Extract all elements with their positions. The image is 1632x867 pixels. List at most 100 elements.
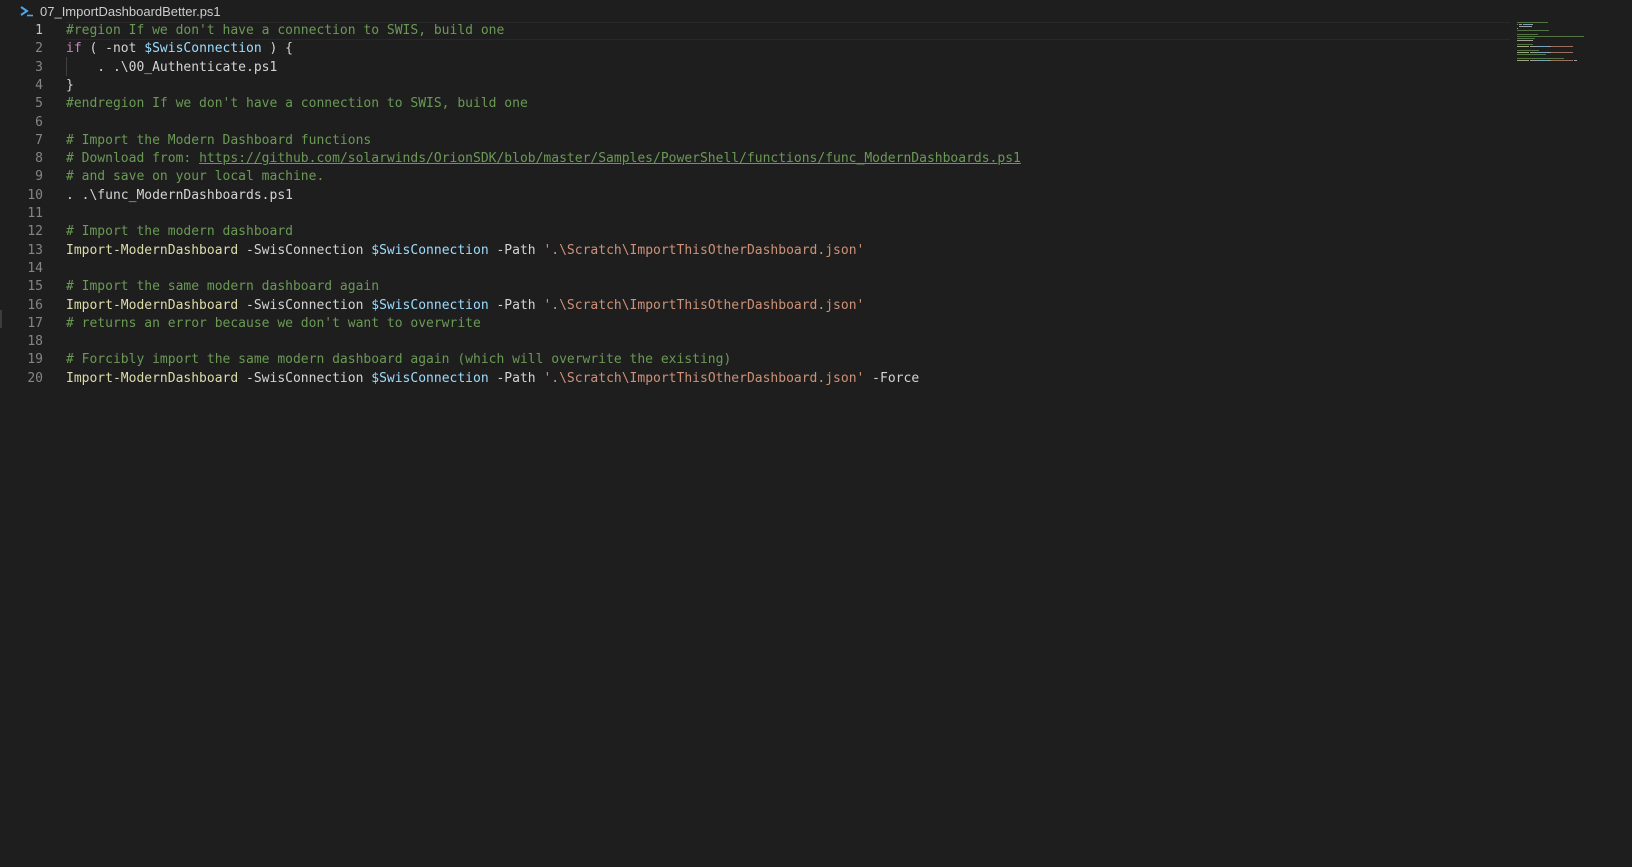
- code-line[interactable]: 9 # and save on your local machine.: [0, 167, 1510, 186]
- code-token: '.\Scratch\ImportThisOtherDashboard.json…: [543, 242, 865, 258]
- code-token: #endregion If we don't have a connection…: [66, 96, 528, 112]
- line-number: 7: [35, 132, 43, 148]
- minimap-line: [1529, 46, 1539, 47]
- code-token: ( -not: [81, 41, 145, 57]
- code-token: Import-ModernDashboard: [66, 370, 239, 386]
- line-number: 9: [35, 169, 43, 185]
- minimap-line: [1538, 52, 1547, 53]
- code-line[interactable]: 18: [0, 332, 1510, 351]
- code-line[interactable]: 7 # Import the Modern Dashboard functions: [0, 131, 1510, 150]
- line-number: 14: [27, 260, 43, 276]
- code-text[interactable]: # Import the same modern dashboard again: [66, 279, 379, 294]
- code-text[interactable]: # Forcibly import the same modern dashbo…: [66, 352, 731, 367]
- code-link[interactable]: https://github.com/solarwinds/OrionSDK/b…: [199, 151, 1021, 166]
- minimap-line: [1517, 40, 1533, 41]
- code-text[interactable]: # Download from: https://github.com/sola…: [66, 151, 1021, 166]
- code-line[interactable]: 17 # returns an error because we don't wa…: [0, 314, 1510, 333]
- code-editor[interactable]: 1 #region If we don't have a connection t…: [0, 22, 1510, 867]
- code-token: '.\Scratch\ImportThisOtherDashboard.json…: [543, 297, 865, 313]
- code-token: '.\Scratch\ImportThisOtherDashboard.json…: [543, 370, 865, 386]
- code-line[interactable]: 11: [0, 204, 1510, 223]
- code-token: -Path: [488, 242, 544, 258]
- code-line[interactable]: 1 #region If we don't have a connection t…: [0, 21, 1510, 40]
- minimap-line: [1538, 46, 1547, 47]
- line-number: 5: [35, 96, 43, 112]
- minimap[interactable]: [1517, 22, 1632, 867]
- minimap-line: [1517, 54, 1547, 55]
- code-token: -SwisConnection: [238, 242, 372, 258]
- code-line[interactable]: 8 # Download from: https://github.com/sol…: [0, 149, 1510, 168]
- minimap-line: [1517, 44, 1533, 45]
- code-token: $SwisConnection: [144, 41, 262, 57]
- code-token: # Import the same modern dashboard again: [66, 279, 380, 295]
- code-text[interactable]: Import-ModernDashboard -SwisConnection $…: [66, 298, 864, 313]
- minimap-line: [1538, 60, 1547, 61]
- code-token: -Path: [488, 297, 544, 313]
- code-token: -SwisConnection: [238, 370, 372, 386]
- code-text[interactable]: # and save on your local machine.: [66, 169, 324, 184]
- code-token: }: [66, 77, 74, 93]
- code-text[interactable]: Import-ModernDashboard -SwisConnection $…: [66, 371, 919, 386]
- code-text[interactable]: #endregion If we don't have a connection…: [66, 96, 528, 111]
- code-line[interactable]: 2 if ( -not $SwisConnection ) {: [0, 39, 1510, 58]
- code-text[interactable]: # Import the modern dashboard: [66, 224, 293, 239]
- line-number: 2: [35, 41, 43, 57]
- code-line[interactable]: 12 # Import the modern dashboard: [0, 222, 1510, 241]
- code-text[interactable]: # Import the Modern Dashboard functions: [66, 133, 371, 148]
- code-line[interactable]: 6: [0, 113, 1510, 132]
- code-token: -SwisConnection: [238, 297, 372, 313]
- minimap-line: [1519, 26, 1532, 27]
- minimap-line: [1526, 36, 1585, 37]
- minimap-line: [1517, 22, 1548, 23]
- line-number: 19: [27, 352, 43, 368]
- line-number: 20: [27, 370, 43, 386]
- minimap-line: [1517, 50, 1539, 51]
- code-token: $SwisConnection: [371, 370, 489, 386]
- line-number: 6: [35, 114, 43, 130]
- code-token: Import-ModernDashboard: [66, 242, 239, 258]
- code-text[interactable]: . .\func_ModernDashboards.ps1: [66, 188, 293, 203]
- code-token: # Import the Modern Dashboard functions: [66, 132, 372, 148]
- minimap-line: [1517, 58, 1564, 59]
- code-line[interactable]: 4}: [0, 76, 1510, 95]
- code-line[interactable]: 5 #endregion If we don't have a connectio…: [0, 94, 1510, 113]
- code-text[interactable]: }: [66, 78, 74, 93]
- powershell-icon: [20, 4, 34, 18]
- line-number: 16: [27, 297, 43, 313]
- line-number: 18: [27, 334, 43, 350]
- code-token: ) {: [261, 41, 294, 57]
- code-line[interactable]: 20 Import-ModernDashboard -SwisConnection…: [0, 369, 1510, 388]
- minimap-line: [1522, 24, 1531, 25]
- code-token: # Forcibly import the same modern dashbo…: [66, 352, 732, 368]
- breadcrumb[interactable]: 07_ImportDashboardBetter.ps1: [0, 0, 1632, 22]
- code-text[interactable]: Import-ModernDashboard -SwisConnection $…: [66, 243, 864, 258]
- line-number: 15: [27, 279, 43, 295]
- code-line[interactable]: 15 # Import the same modern dashboard aga…: [0, 277, 1510, 296]
- code-token: # and save on your local machine.: [66, 169, 325, 185]
- code-text[interactable]: # returns an error because we don't want…: [66, 316, 481, 331]
- minimap-line: [1517, 30, 1550, 31]
- code-line[interactable]: 3 . .\00_Authenticate.ps1: [0, 58, 1510, 77]
- minimap-line: [1529, 60, 1539, 61]
- code-token: # Import the modern dashboard: [66, 224, 293, 240]
- minimap-line: [1550, 60, 1574, 61]
- code-text[interactable]: . .\00_Authenticate.ps1: [66, 60, 277, 75]
- code-line[interactable]: 16 Import-ModernDashboard -SwisConnection…: [0, 296, 1510, 315]
- code-token: . .\func_ModernDashboards.ps1: [66, 187, 293, 203]
- minimap-line: [1531, 24, 1533, 25]
- minimap-line: [1529, 52, 1539, 53]
- line-number: 4: [35, 77, 43, 93]
- code-text[interactable]: if ( -not $SwisConnection ) {: [66, 41, 293, 56]
- code-line[interactable]: 10 . .\func_ModernDashboards.ps1: [0, 186, 1510, 205]
- minimap-line: [1573, 60, 1577, 61]
- code-line[interactable]: 13 Import-ModernDashboard -SwisConnection…: [0, 241, 1510, 260]
- code-line[interactable]: 14: [0, 259, 1510, 278]
- code-token: #region If we don't have a connection to…: [66, 23, 505, 38]
- breadcrumb-file-name[interactable]: 07_ImportDashboardBetter.ps1: [40, 4, 221, 19]
- line-number: 13: [27, 242, 43, 258]
- code-line[interactable]: 19 # Forcibly import the same modern dash…: [0, 350, 1510, 369]
- code-text[interactable]: #region If we don't have a connection to…: [66, 23, 504, 38]
- minimap-line: [1517, 28, 1518, 29]
- editor-window: 07_ImportDashboardBetter.ps1 1 #region If…: [0, 0, 1632, 867]
- minimap-line: [1517, 36, 1527, 37]
